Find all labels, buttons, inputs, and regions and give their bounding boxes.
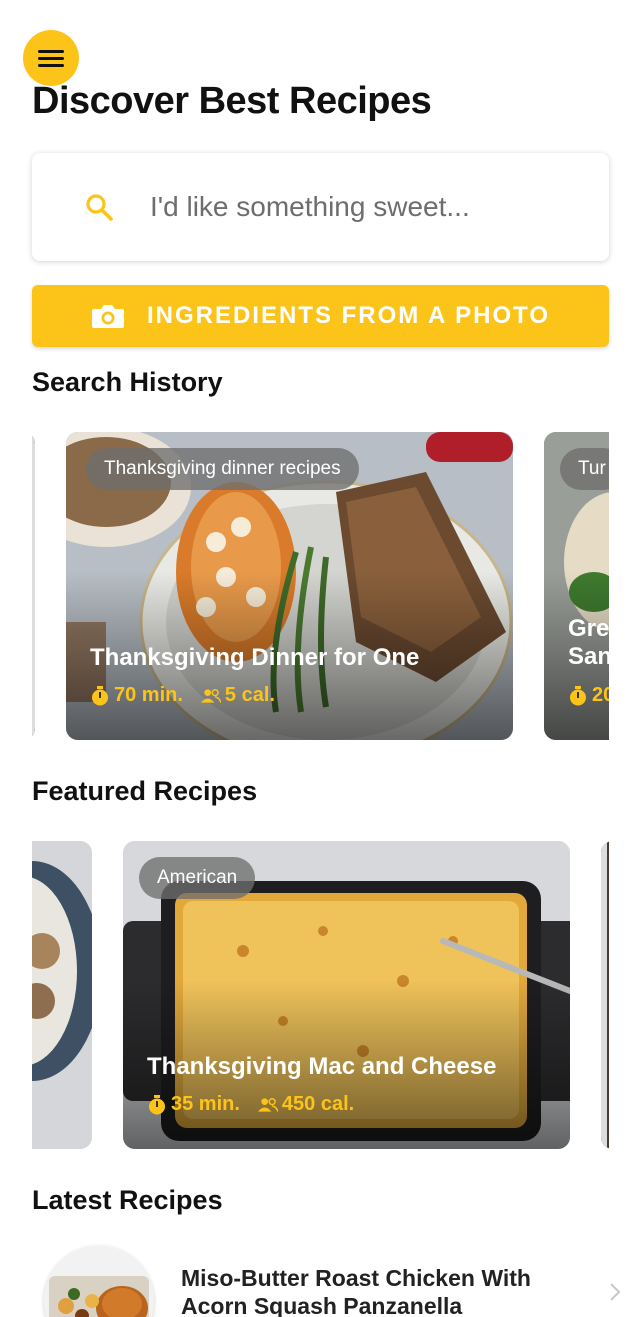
recipe-photo-image xyxy=(32,841,92,1149)
featured-recipes-title: Featured Recipes xyxy=(32,776,258,806)
history-card[interactable]: Thanksgiving dinner recipes Thanksgiving… xyxy=(66,432,513,740)
recipe-time: 20 xyxy=(592,684,609,706)
recipe-tag: Thanksgiving dinner recipes xyxy=(86,448,359,490)
people-icon xyxy=(200,688,221,703)
history-card-partial-right[interactable]: Tur Gre San 20 xyxy=(544,432,609,740)
recipe-title-line1: Gre xyxy=(568,615,609,642)
camera-icon xyxy=(91,305,124,328)
menu-button[interactable] xyxy=(23,30,79,86)
recipe-tag: Tur xyxy=(560,448,609,490)
recipe-photo-image xyxy=(44,1246,154,1317)
featured-card-partial-left[interactable] xyxy=(32,841,92,1149)
recipe-calories: 5 cal. xyxy=(224,684,275,706)
latest-recipes-title: Latest Recipes xyxy=(32,1185,223,1215)
search-input[interactable] xyxy=(150,183,590,231)
latest-recipe-item[interactable]: Miso-Butter Roast Chicken With Acorn Squ… xyxy=(32,1246,632,1317)
recipe-calories: 450 cal. xyxy=(281,1093,355,1115)
recipe-meta: 35 min. 450 cal. xyxy=(147,1093,354,1116)
recipe-title: Thanksgiving Mac and Cheese xyxy=(147,1053,497,1080)
search-history-title: Search History xyxy=(32,367,223,397)
timer-icon xyxy=(570,685,586,705)
photo-button-label: INGREDIENTS FROM A PHOTO xyxy=(146,302,551,329)
recipe-tag: American xyxy=(139,857,256,899)
people-icon xyxy=(257,1097,278,1112)
featured-card-partial-right[interactable] xyxy=(601,841,609,1149)
recipe-thumbnail xyxy=(44,1246,154,1317)
recipe-meta: 70 min. 5 cal. xyxy=(90,684,275,707)
latest-recipe-title-line1: Miso-Butter Roast Chicken With xyxy=(181,1265,531,1291)
recipe-time: 70 min. xyxy=(114,684,183,706)
recipe-title: Thanksgiving Dinner for One xyxy=(90,644,420,671)
search-icon xyxy=(86,194,113,221)
history-card-partial-left[interactable] xyxy=(32,432,35,740)
timer-icon xyxy=(92,685,108,705)
search-box[interactable] xyxy=(32,153,609,261)
chevron-right-icon xyxy=(610,1283,621,1301)
latest-recipe-title-line2: Acorn Squash Panzanella xyxy=(181,1293,463,1317)
hamburger-menu-icon xyxy=(38,48,64,68)
featured-recipes-carousel[interactable]: American Thanksgiving Mac and Cheese 35 … xyxy=(32,841,609,1151)
timer-icon xyxy=(149,1094,165,1114)
recipe-time: 35 min. xyxy=(171,1093,240,1115)
search-history-carousel[interactable]: Thanksgiving dinner recipes Thanksgiving… xyxy=(32,432,609,742)
ingredients-from-photo-button[interactable]: INGREDIENTS FROM A PHOTO xyxy=(32,285,609,347)
recipe-meta: 20 xyxy=(568,684,609,707)
featured-card[interactable]: American Thanksgiving Mac and Cheese 35 … xyxy=(123,841,570,1149)
recipe-title-line2: San xyxy=(568,643,609,670)
page-title: Discover Best Recipes xyxy=(32,80,432,122)
